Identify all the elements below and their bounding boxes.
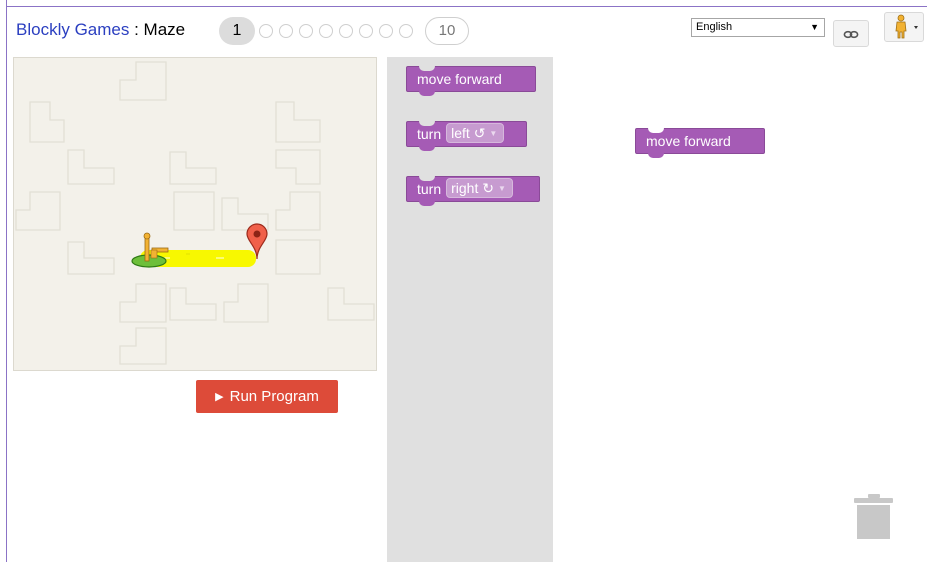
maze-board (13, 57, 377, 371)
level-7-dot[interactable] (359, 24, 373, 38)
level-6-dot[interactable] (339, 24, 353, 38)
turn-direction-dropdown[interactable]: right ↻ ▼ (446, 178, 513, 198)
language-select[interactable]: English ▼ (691, 18, 825, 37)
title-separator: : (129, 20, 144, 39)
blocks-workspace[interactable]: move forward (553, 57, 927, 562)
dropdown-value: left ↺ (451, 125, 486, 141)
window-frame-top (6, 6, 927, 7)
run-program-button[interactable]: ▶ Run Program (196, 380, 338, 413)
block-label: move forward (646, 133, 731, 149)
level-9-dot[interactable] (399, 24, 413, 38)
turn-left-block[interactable]: turn left ↺ ▼ (406, 121, 527, 151)
dropdown-arrow-icon: ▼ (497, 184, 506, 193)
move-forward-block[interactable]: move forward (406, 66, 536, 96)
turn-direction-dropdown[interactable]: left ↺ ▼ (446, 123, 505, 143)
language-selected-value: English (696, 21, 733, 33)
pegman-button[interactable] (884, 12, 924, 42)
toolbox-flyout: move forward turn left ↺ ▼ turn right ↻ ▼ (387, 57, 553, 562)
trash-can-icon[interactable] (854, 494, 894, 545)
maze-canvas (15, 61, 375, 365)
level-2-dot[interactable] (259, 24, 273, 38)
pegman-icon (895, 14, 918, 39)
dropdown-value: right ↻ (451, 180, 494, 196)
level-5-dot[interactable] (319, 24, 333, 38)
blockly-games-link[interactable]: Blockly Games (16, 20, 129, 39)
turn-right-block[interactable]: turn right ↻ ▼ (406, 176, 540, 206)
level-4-dot[interactable] (299, 24, 313, 38)
level-3-dot[interactable] (279, 24, 293, 38)
block-label: move forward (417, 71, 502, 87)
game-title: Maze (143, 20, 186, 39)
select-arrow-icon: ▼ (810, 22, 819, 32)
run-program-label: Run Program (229, 388, 319, 405)
play-icon: ▶ (215, 391, 224, 403)
dropdown-arrow-icon: ▼ (489, 129, 498, 138)
workspace-move-forward-block[interactable]: move forward (635, 128, 765, 158)
level-10-button[interactable]: 10 (425, 17, 469, 45)
link-icon (843, 30, 859, 39)
level-8-dot[interactable] (379, 24, 393, 38)
page-title: Blockly Games : Maze (16, 19, 185, 41)
block-label: turn (417, 126, 442, 142)
maze-wall-shapes (15, 61, 375, 365)
window-frame-left (6, 0, 7, 562)
link-button[interactable] (833, 20, 869, 47)
block-label: turn (417, 181, 442, 197)
level-1-button[interactable]: 1 (219, 17, 255, 45)
